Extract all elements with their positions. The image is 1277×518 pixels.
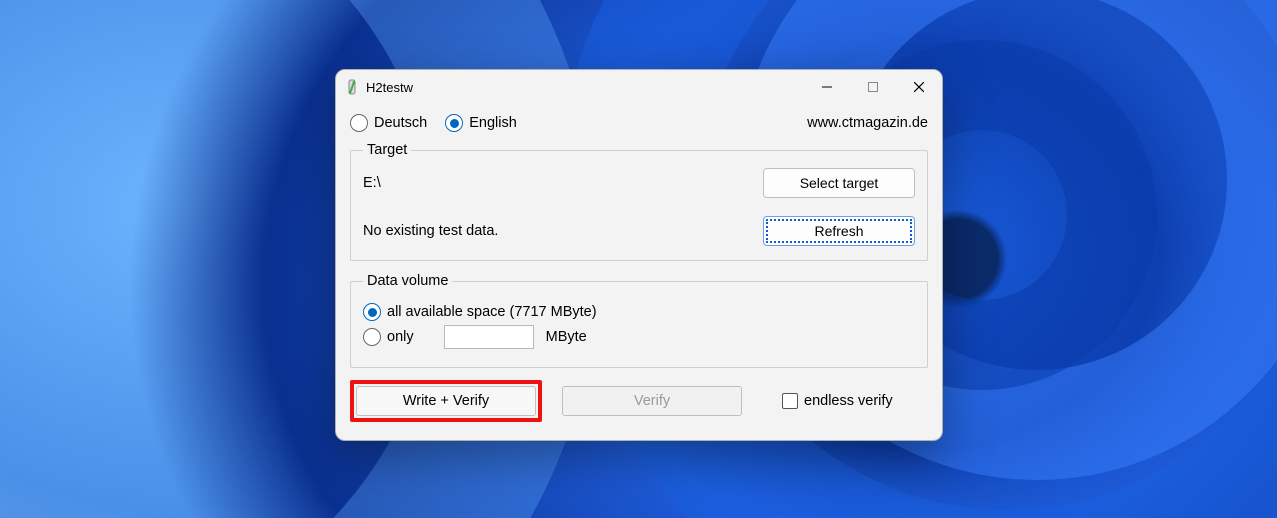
radio-english[interactable]: English: [445, 114, 517, 132]
titlebar: H2testw: [336, 70, 942, 104]
target-status: No existing test data.: [363, 223, 733, 239]
radio-all-space[interactable]: all available space (7717 MByte): [363, 303, 597, 321]
maximize-button[interactable]: [850, 71, 896, 103]
minimize-button[interactable]: [804, 71, 850, 103]
radio-only-label: only: [387, 329, 414, 345]
radio-only[interactable]: only: [363, 328, 414, 346]
app-title: H2testw: [366, 80, 413, 95]
language-row: Deutsch English www.ctmagazin.de: [350, 114, 928, 132]
only-mbyte-input[interactable]: [444, 325, 534, 349]
radio-deutsch[interactable]: Deutsch: [350, 114, 427, 132]
target-path: E:\: [363, 175, 733, 191]
radio-icon: [350, 114, 368, 132]
checkbox-icon: [782, 393, 798, 409]
radio-icon: [363, 303, 381, 321]
radio-icon: [363, 328, 381, 346]
close-button[interactable]: [896, 71, 942, 103]
action-row: Write + Verify Verify endless verify: [350, 380, 928, 422]
verify-button: Verify: [562, 386, 742, 416]
client-area: Deutsch English www.ctmagazin.de Target …: [336, 104, 942, 440]
data-volume-group: Data volume all available space (7717 MB…: [350, 273, 928, 368]
radio-all-space-label: all available space (7717 MByte): [387, 304, 597, 320]
refresh-button[interactable]: Refresh: [763, 216, 915, 246]
app-window: H2testw Deutsch English www.ctmagazin.de…: [335, 69, 943, 441]
endless-verify-checkbox[interactable]: endless verify: [782, 393, 893, 409]
site-link[interactable]: www.ctmagazin.de: [807, 115, 928, 131]
write-verify-button[interactable]: Write + Verify: [356, 386, 536, 416]
target-group: Target E:\ Select target No existing tes…: [350, 142, 928, 261]
radio-deutsch-label: Deutsch: [374, 115, 427, 131]
radio-icon: [445, 114, 463, 132]
data-volume-legend: Data volume: [363, 273, 452, 289]
select-target-button[interactable]: Select target: [763, 168, 915, 198]
radio-english-label: English: [469, 115, 517, 131]
only-unit-label: MByte: [546, 329, 587, 345]
app-icon: [344, 79, 360, 95]
endless-verify-label: endless verify: [804, 393, 893, 409]
target-legend: Target: [363, 142, 411, 158]
highlight-annotation: Write + Verify: [350, 380, 542, 422]
